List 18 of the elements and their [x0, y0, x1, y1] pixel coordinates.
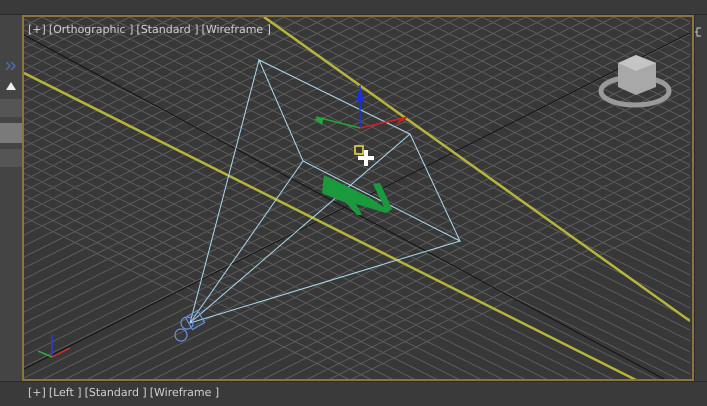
view-cube-icon: [598, 55, 672, 108]
axis-tripod-icon: [38, 335, 70, 358]
camera-icon: [174, 310, 206, 342]
move-cursor-icon: [358, 150, 374, 166]
viewport-label[interactable]: [Left ]: [48, 386, 82, 399]
bracket-icon: [695, 27, 703, 37]
viewport-label[interactable]: [Standard ]: [136, 23, 199, 36]
viewport-label[interactable]: [Wireframe ]: [202, 23, 271, 36]
panel-tab[interactable]: [0, 149, 22, 167]
viewport-label[interactable]: [Wireframe ]: [150, 386, 220, 399]
viewport-label[interactable]: [+]: [28, 23, 46, 36]
panel-tab[interactable]: [0, 99, 22, 117]
viewport-label[interactable]: [Orthographic ]: [48, 23, 134, 36]
viewport-label[interactable]: [Standard ]: [84, 386, 147, 399]
viewport-label[interactable]: [+]: [28, 386, 46, 399]
transform-gizmo-icon: [314, 85, 408, 155]
panel-highlight: [0, 123, 22, 143]
viewport-panel[interactable]: [+] [Orthographic ] [Standard ] [Wireframe ]: [22, 15, 694, 381]
